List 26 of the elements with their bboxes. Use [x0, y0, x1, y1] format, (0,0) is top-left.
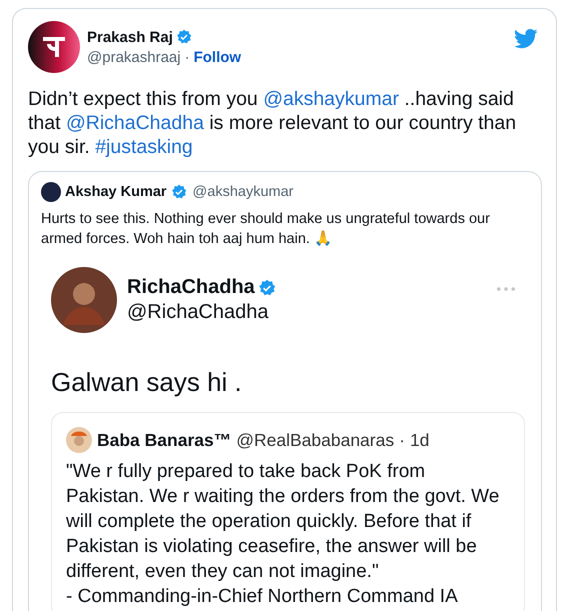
- tweet-text: Galwan says hi .: [51, 367, 243, 398]
- avatar-logo-icon: [28, 21, 80, 73]
- timestamp: 1d: [410, 430, 430, 450]
- quoted-text: Hurts to see this. Nothing ever should make us ungrateful towards our armed forces. Woh hain toh aaj hum hain. 🙏: [41, 210, 491, 249]
- author-name: Baba Banaras™: [97, 430, 232, 450]
- author-handle: @prakashraaj: [87, 48, 181, 66]
- author-handle: @akshaykumar: [192, 184, 294, 200]
- avatar: [66, 427, 92, 453]
- author-handle: @RealBababanaras: [236, 430, 394, 450]
- avatar: [41, 182, 61, 202]
- author-name: Akshay Kumar: [65, 184, 167, 200]
- tweet-link[interactable]: @akshaykumar: [263, 88, 399, 110]
- quoted-text: "We r fully prepared to take back PoK from Pakistan. We r waiting the orders from the govt. We will complete the operation quickly. Before that if Pakistan is violating ceasefire, the answer will be different, even they can not imagine." - Commanding-in-Chief Northern Command IA: [66, 460, 500, 609]
- avatar: [51, 267, 117, 333]
- separator-dot: ·: [184, 48, 190, 66]
- separator-dot: ·: [399, 430, 405, 450]
- more-icon: [497, 287, 515, 291]
- author-name: Prakash Raj: [87, 28, 173, 46]
- author-name: RichaChadha: [127, 276, 255, 299]
- tweet-text: Didn’t expect this from you @akshaykumar ..having said that @RichaChadha is more relevant to our country than you sir. #justasking: [28, 87, 518, 159]
- quoted-tweet[interactable]: [28, 171, 542, 611]
- author-handle: @RichaChadha: [127, 301, 270, 324]
- bird-logo-icon: [514, 29, 538, 49]
- tweet-link[interactable]: #justasking: [95, 136, 193, 158]
- follow-link[interactable]: Follow: [194, 48, 242, 66]
- tweet-link[interactable]: @RichaChadha: [66, 112, 204, 134]
